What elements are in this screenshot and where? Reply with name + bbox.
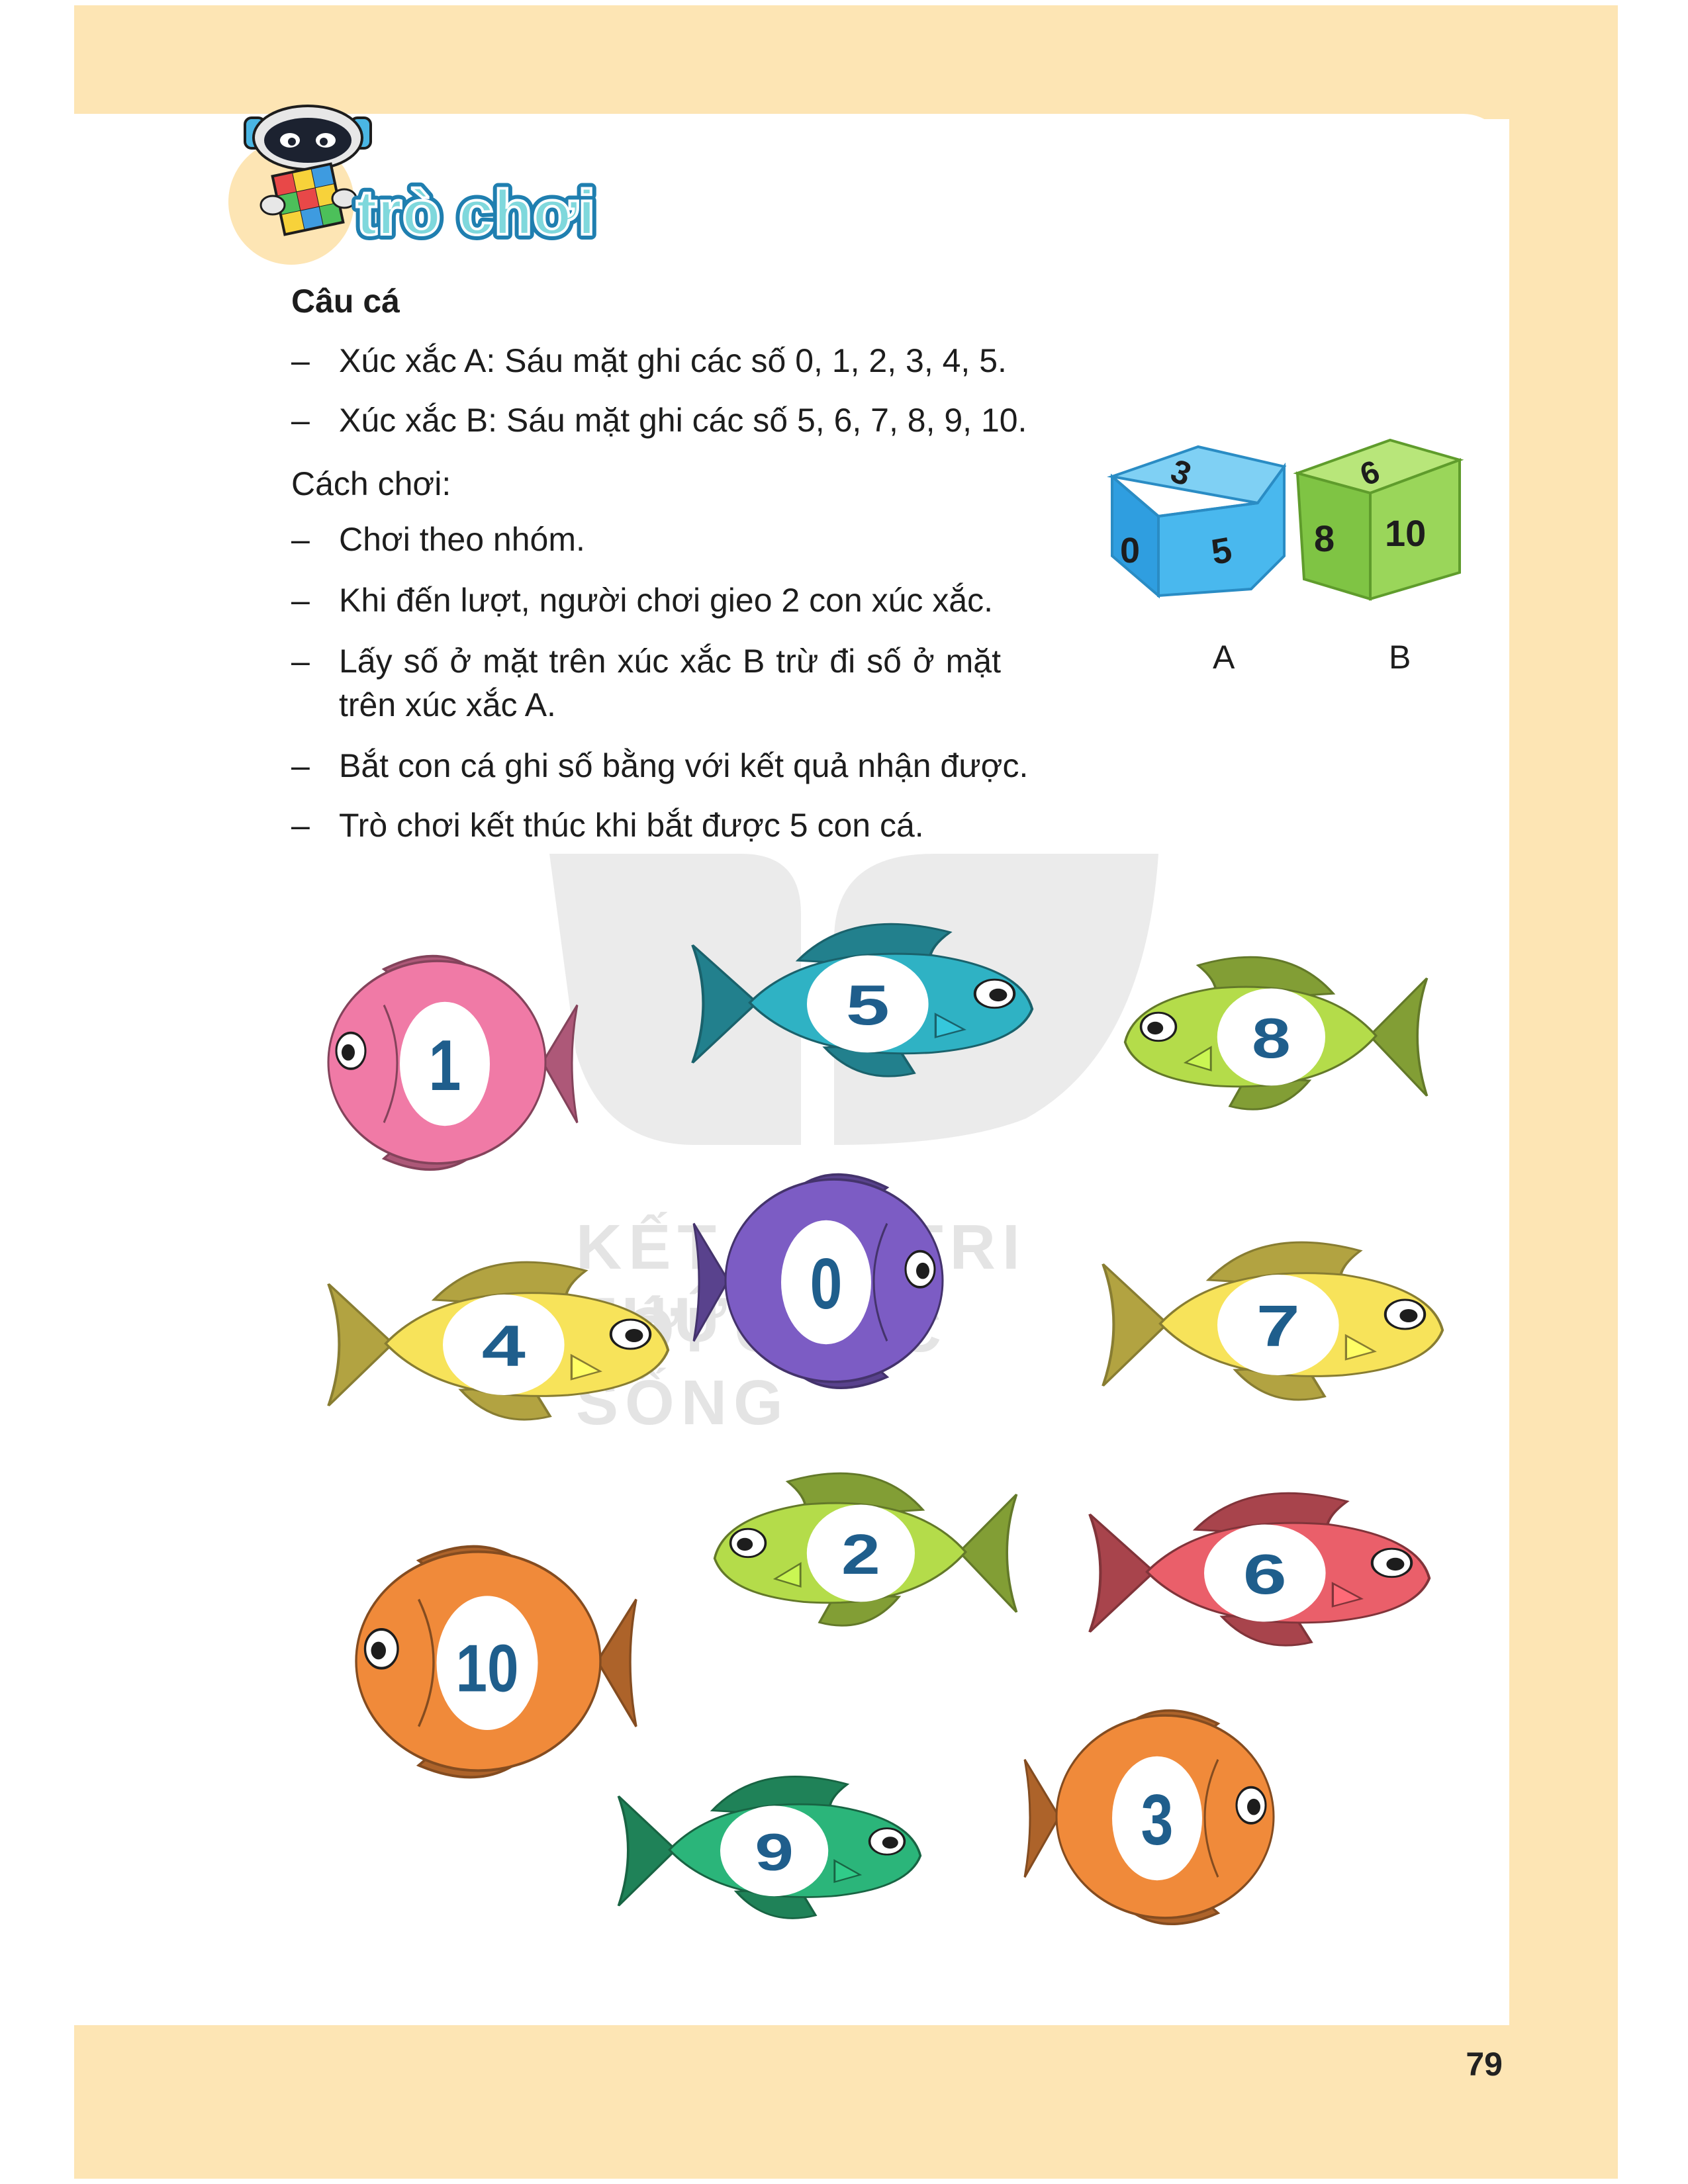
step-text: Chơi theo nhóm. bbox=[339, 521, 585, 558]
fish-number: 9 bbox=[755, 1823, 794, 1881]
bullet-dash: – bbox=[291, 521, 310, 558]
die-face-number: 8 bbox=[1314, 518, 1335, 559]
die-a-label: A bbox=[1213, 639, 1235, 676]
fish-1[interactable]: 1 bbox=[318, 940, 583, 1185]
fish-6[interactable]: 6 bbox=[1079, 1476, 1436, 1668]
bullet-dash: – bbox=[291, 342, 310, 379]
fish-number: 3 bbox=[1141, 1780, 1174, 1860]
step-text: Lấy số ở mặt trên xúc xắc B trừ đi số ở … bbox=[339, 643, 1001, 723]
die-b-label: B bbox=[1389, 639, 1411, 676]
fish-number: 8 bbox=[1252, 1007, 1291, 1070]
fish-number: 6 bbox=[1243, 1542, 1287, 1606]
fish-10[interactable]: 10 bbox=[344, 1529, 642, 1794]
step-text: Trò chơi kết thúc khi bắt được 5 con cá. bbox=[339, 807, 924, 844]
step-text: Bắt con cá ghi số bằng với kết quả nhận … bbox=[339, 747, 1029, 784]
dice-rule-text: Xúc xắc A: Sáu mặt ghi các số 0, 1, 2, 3… bbox=[339, 342, 1007, 379]
fish-9[interactable]: 9 bbox=[609, 1760, 927, 1939]
fish-0[interactable]: 0 bbox=[688, 1158, 953, 1403]
fish-number: 1 bbox=[429, 1025, 461, 1105]
fish-number: 2 bbox=[841, 1524, 880, 1586]
title-logo-text: trò chơi bbox=[356, 177, 596, 248]
bottom-border bbox=[74, 2025, 1618, 2179]
fish-3[interactable]: 3 bbox=[1019, 1694, 1284, 1939]
step-text: Khi đến lượt, người chơi gieo 2 con xúc … bbox=[339, 582, 994, 619]
right-border bbox=[1509, 5, 1618, 2179]
fish-number: 10 bbox=[455, 1630, 518, 1705]
fish-8[interactable]: 8 bbox=[1119, 940, 1436, 1132]
fish-2[interactable]: 2 bbox=[708, 1456, 1026, 1648]
die-a: 3 0 5 bbox=[1107, 445, 1287, 599]
fish-number: 0 bbox=[810, 1244, 843, 1324]
fish-number: 4 bbox=[482, 1314, 526, 1379]
die-face-number: 0 bbox=[1120, 531, 1140, 570]
game-title: Câu cá bbox=[291, 283, 400, 320]
die-face-number: 10 bbox=[1385, 512, 1426, 554]
bullet-dash: – bbox=[291, 643, 310, 680]
fish-number: 5 bbox=[846, 973, 890, 1036]
bullet-dash: – bbox=[291, 747, 310, 784]
die-b: 6 8 10 bbox=[1293, 438, 1464, 601]
fish-number: 7 bbox=[1256, 1294, 1300, 1359]
bullet-dash: – bbox=[291, 402, 310, 439]
how-to-play-label: Cách chơi: bbox=[291, 465, 451, 502]
title-logo: trò chơi trò chơi bbox=[351, 173, 601, 253]
page-number: 79 bbox=[1466, 2046, 1503, 2083]
dice-rule-text: Xúc xắc B: Sáu mặt ghi các số 5, 6, 7, 8… bbox=[339, 402, 1027, 439]
fish-7[interactable]: 7 bbox=[1092, 1224, 1450, 1423]
fish-4[interactable]: 4 bbox=[318, 1244, 675, 1443]
fish-5[interactable]: 5 bbox=[682, 907, 1039, 1099]
bullet-dash: – bbox=[291, 807, 310, 844]
bullet-dash: – bbox=[291, 582, 310, 619]
